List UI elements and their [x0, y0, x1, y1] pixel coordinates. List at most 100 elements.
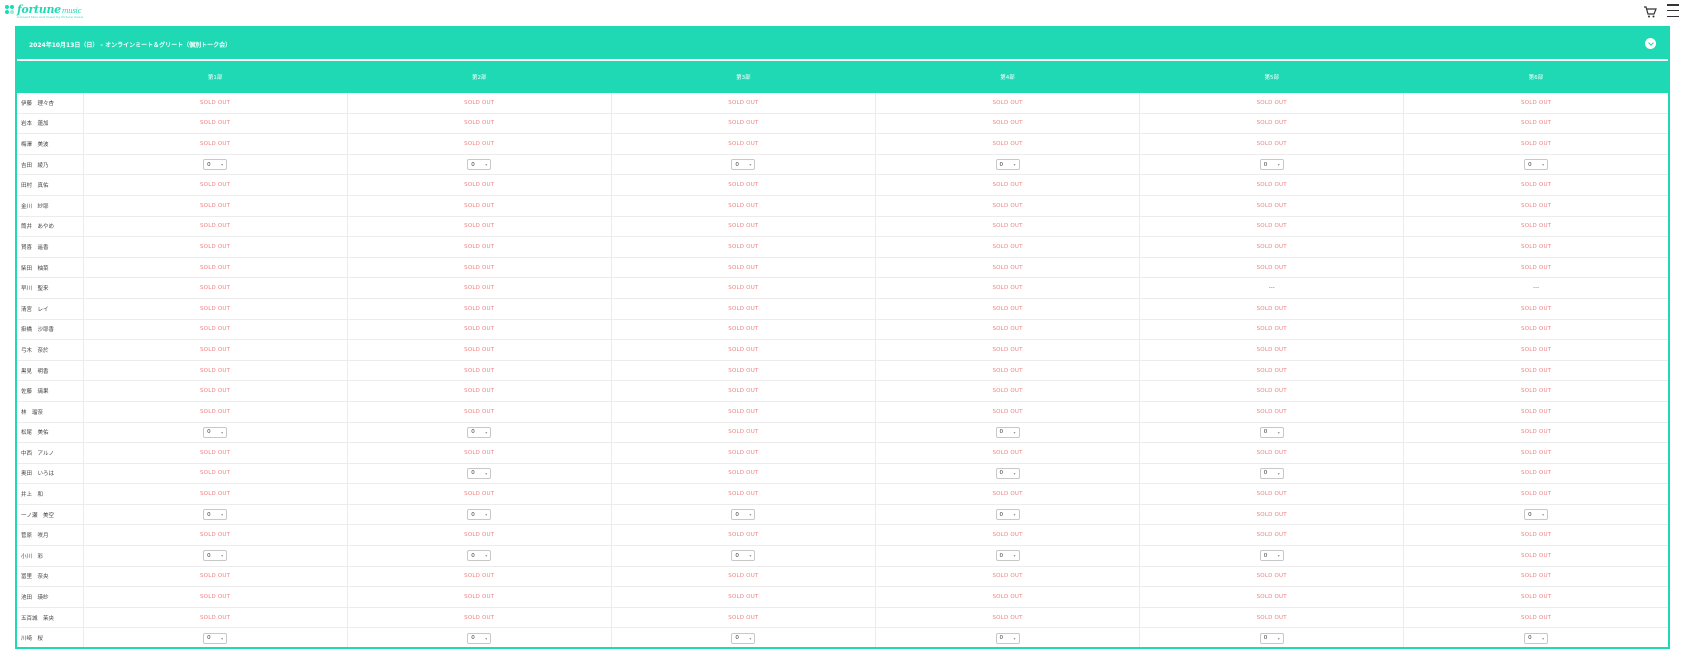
- slot-cell: SOLD OUT: [1139, 113, 1405, 135]
- slot-cell: 0 ▾: [1139, 154, 1405, 176]
- quantity-select[interactable]: 0 ▾: [995, 159, 1020, 171]
- slot-cell: SOLD OUT: [1403, 586, 1668, 608]
- slot-cell: SOLD OUT: [875, 113, 1141, 135]
- sold-out-label: SOLD OUT: [728, 99, 759, 106]
- quantity-select[interactable]: 0 ▾: [1259, 467, 1284, 479]
- sold-out-label: SOLD OUT: [1256, 223, 1287, 230]
- quantity-value: 0: [999, 161, 1004, 168]
- chevron-down-icon: ▾: [1277, 635, 1280, 641]
- member-name: 筒井 あやめ: [17, 216, 84, 238]
- slot-cell: SOLD OUT: [611, 277, 876, 299]
- quantity-select[interactable]: 0 ▾: [467, 467, 492, 479]
- slot-cell: 0 ▾: [875, 504, 1141, 526]
- member-name: 早川 聖来: [17, 277, 84, 299]
- table-row: 伊藤 理々杏 SOLD OUT SOLD OUT SOLD OUT SOLD OUT SO…: [17, 92, 1668, 114]
- quantity-select[interactable]: 0 ▾: [467, 159, 492, 171]
- slot-cell: SOLD OUT: [611, 607, 876, 629]
- slot-cell: SOLD OUT: [611, 339, 876, 361]
- chevron-down-icon: ▾: [485, 470, 488, 476]
- slot-cell: SOLD OUT: [1403, 133, 1668, 155]
- quantity-select[interactable]: 0 ▾: [203, 426, 228, 438]
- table-row: 早川 聖来 SOLD OUT SOLD OUT SOLD OUT SOLD OUT ---…: [17, 277, 1668, 299]
- table-row: 掛橋 沙耶香 SOLD OUT SOLD OUT SOLD OUT SOLD OUT SO…: [17, 319, 1668, 341]
- quantity-select[interactable]: 0 ▾: [467, 632, 492, 644]
- collapse-chevron-icon[interactable]: [1645, 38, 1656, 49]
- quantity-select[interactable]: 0 ▾: [203, 632, 228, 644]
- quantity-value: 0: [735, 161, 739, 168]
- quantity-select[interactable]: 0 ▾: [731, 632, 756, 644]
- table-row: 菅原 咲月 SOLD OUT SOLD OUT SOLD OUT SOLD OUT SOL…: [17, 524, 1668, 547]
- slot-cell: 0 ▾: [875, 463, 1141, 485]
- slot-cell: SOLD OUT: [611, 92, 876, 114]
- quantity-value: 0: [999, 511, 1004, 518]
- sold-out-label: SOLD OUT: [728, 120, 759, 127]
- quantity-select[interactable]: 0 ▾: [1259, 426, 1284, 438]
- sold-out-label: SOLD OUT: [992, 614, 1023, 621]
- cart-icon[interactable]: [1643, 4, 1657, 18]
- quantity-select[interactable]: 0 ▾: [1259, 159, 1284, 171]
- sold-out-label: SOLD OUT: [728, 202, 759, 209]
- table-body: 伊藤 理々杏 SOLD OUT SOLD OUT SOLD OUT SOLD OUT SO…: [17, 92, 1668, 647]
- slot-cell: SOLD OUT: [1139, 401, 1405, 423]
- quantity-select[interactable]: 0 ▾: [995, 632, 1020, 644]
- slot-cell: SOLD OUT: [1139, 174, 1405, 196]
- quantity-select[interactable]: 0 ▾: [731, 509, 756, 521]
- table-row: 奥田 いろは SOLD OUT 0 ▾ SOLD OUT 0 ▾ 0 ▾ SOLD OUT: [17, 463, 1668, 485]
- quantity-select[interactable]: 0 ▾: [1259, 632, 1284, 644]
- sold-out-label: SOLD OUT: [464, 532, 495, 539]
- chevron-down-icon: ▾: [485, 553, 488, 559]
- chevron-down-icon: ▾: [1013, 470, 1016, 476]
- slot-cell: SOLD OUT: [1403, 236, 1668, 258]
- quantity-select[interactable]: 0 ▾: [467, 509, 492, 521]
- slot-cell: SOLD OUT: [611, 236, 876, 258]
- quantity-value: 0: [1263, 635, 1268, 642]
- site-logo[interactable]: fortunemusic Connect fans and music by f…: [5, 4, 83, 20]
- ticket-table: 第1部 第2部 第3部 第4部 第5部 第6部 伊藤 理々杏 SOLD OUT SOLD OU…: [17, 60, 1668, 647]
- member-name: 黒見 明香: [17, 360, 84, 382]
- quantity-select[interactable]: 0 ▾: [203, 509, 228, 521]
- quantity-select[interactable]: 0 ▾: [995, 426, 1020, 438]
- sold-out-label: SOLD OUT: [728, 182, 759, 189]
- sold-out-label: SOLD OUT: [992, 120, 1023, 127]
- sold-out-label: SOLD OUT: [728, 573, 759, 580]
- quantity-select[interactable]: 0 ▾: [731, 550, 756, 562]
- member-name: 弓木 奈於: [17, 339, 84, 361]
- chevron-down-icon: ▾: [1277, 553, 1280, 559]
- quantity-select[interactable]: 0 ▾: [731, 159, 756, 171]
- quantity-select[interactable]: 0 ▾: [467, 550, 492, 562]
- quantity-select[interactable]: 0 ▾: [1524, 632, 1549, 644]
- sold-out-label: SOLD OUT: [464, 120, 495, 127]
- hamburger-menu-icon[interactable]: [1667, 4, 1679, 17]
- quantity-select[interactable]: 0 ▾: [203, 159, 228, 171]
- quantity-value: 0: [1528, 161, 1532, 168]
- chevron-down-icon: ▾: [1542, 162, 1545, 168]
- sold-out-label: SOLD OUT: [992, 367, 1023, 374]
- quantity-select[interactable]: 0 ▾: [1259, 550, 1284, 562]
- slot-cell: SOLD OUT: [347, 277, 612, 299]
- quantity-select[interactable]: 0 ▾: [467, 426, 492, 438]
- quantity-select[interactable]: 0 ▾: [995, 467, 1020, 479]
- slot-cell: SOLD OUT: [1403, 113, 1668, 135]
- slot-cell: 0 ▾: [611, 545, 876, 567]
- slot-cell: SOLD OUT: [611, 463, 876, 485]
- quantity-value: 0: [1528, 635, 1532, 642]
- quantity-select[interactable]: 0 ▾: [203, 550, 228, 562]
- sold-out-label: SOLD OUT: [992, 285, 1023, 292]
- top-bar: fortunemusic Connect fans and music by f…: [0, 0, 1686, 24]
- slot-cell: 0 ▾: [1139, 627, 1405, 647]
- slot-cell: SOLD OUT: [83, 236, 348, 258]
- quantity-select[interactable]: 0 ▾: [995, 550, 1020, 562]
- chevron-down-icon: ▾: [1542, 635, 1545, 641]
- sold-out-label: SOLD OUT: [464, 388, 495, 395]
- quantity-select[interactable]: 0 ▾: [1524, 159, 1549, 171]
- chevron-down-icon: ▾: [1277, 162, 1280, 168]
- sold-out-label: SOLD OUT: [199, 573, 231, 580]
- quantity-select[interactable]: 0 ▾: [995, 509, 1020, 521]
- event-header[interactable]: 2024年10月13日（日） - オンラインミート＆グリート（個別トーク会）: [17, 28, 1668, 60]
- sold-out-label: SOLD OUT: [1256, 408, 1287, 415]
- sold-out-label: SOLD OUT: [1521, 408, 1552, 415]
- slot-cell: SOLD OUT: [1139, 92, 1405, 114]
- slot-cell: SOLD OUT: [611, 483, 876, 505]
- quantity-select[interactable]: 0 ▾: [1524, 509, 1549, 521]
- table-row: 金川 紗耶 SOLD OUT SOLD OUT SOLD OUT SOLD OUT SOL…: [17, 195, 1668, 217]
